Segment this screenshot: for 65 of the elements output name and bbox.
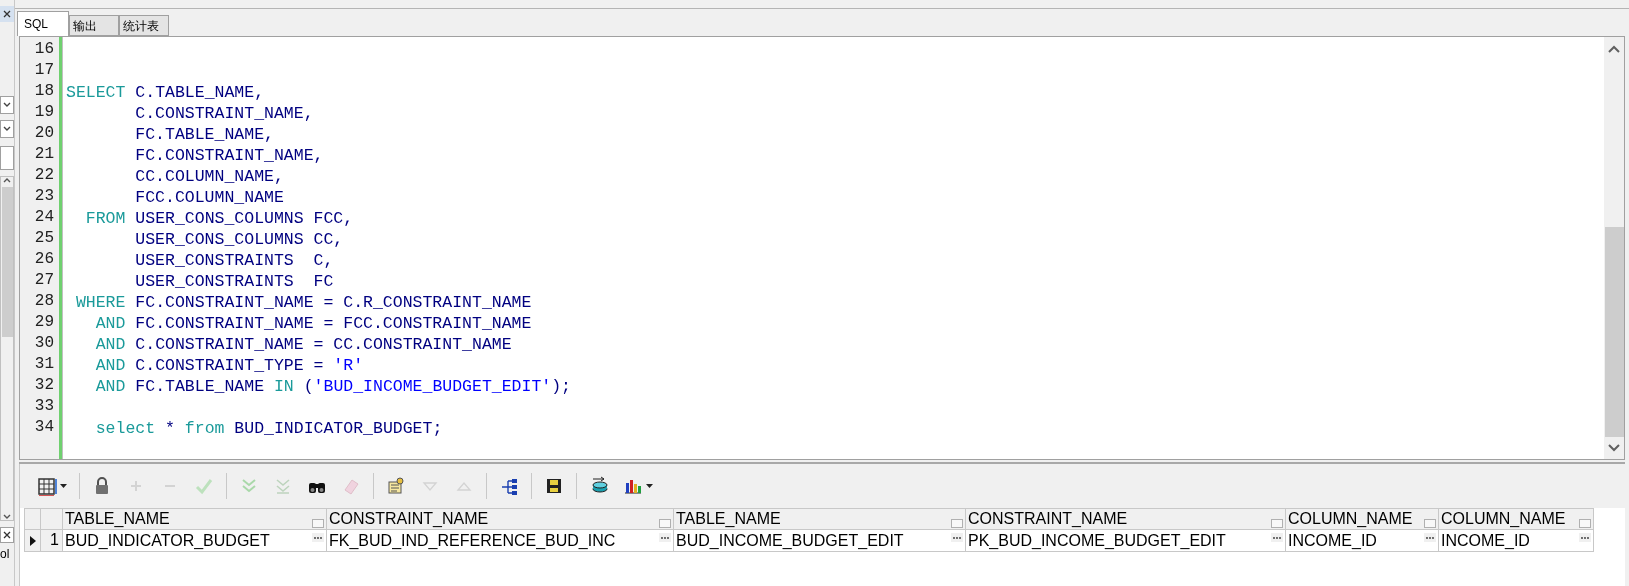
scroll-thumb[interactable] xyxy=(1,187,13,337)
line-number: 34 xyxy=(33,417,55,438)
code-line: AND C.CONSTRAINT_TYPE = 'R' xyxy=(94,356,364,375)
caret-icon xyxy=(646,484,653,488)
line-number: 20 xyxy=(33,123,55,144)
line-number: 19 xyxy=(33,102,55,123)
code-line: FCC.COLUMN_NAME xyxy=(134,188,284,207)
scrollbar[interactable] xyxy=(0,176,14,521)
code-line: select * from BUD_INDICATOR_BUDGET; xyxy=(94,419,443,438)
line-number: 33 xyxy=(33,396,55,417)
scroll-up-icon[interactable] xyxy=(1608,45,1620,53)
table-cell: FK_BUD_IND_REFERENCE_BUD_INC xyxy=(329,530,616,551)
line-number: 28 xyxy=(33,291,55,312)
panel-label: ol xyxy=(0,547,11,561)
chevron-down-icon xyxy=(3,102,11,108)
line-number: 22 xyxy=(33,165,55,186)
code-line: FC.TABLE_NAME, xyxy=(134,125,274,144)
code-line: FROM USER_CONS_COLUMNS FCC, xyxy=(84,209,354,228)
tab[interactable]: 输出 xyxy=(69,15,119,36)
line-number: 21 xyxy=(33,144,55,165)
scroll-up-icon xyxy=(3,177,11,183)
line-number: 27 xyxy=(33,270,55,291)
row-number: 1 xyxy=(41,530,63,552)
table-cell: BUD_INCOME_BUDGET_EDIT xyxy=(676,530,904,551)
close-button[interactable] xyxy=(0,6,14,22)
scroll-thumb[interactable] xyxy=(1604,227,1624,437)
caret-icon xyxy=(60,484,67,488)
line-number: 16 xyxy=(33,39,55,60)
line-number: 32 xyxy=(33,375,55,396)
line-number: 31 xyxy=(33,354,55,375)
dropdown[interactable] xyxy=(0,120,14,138)
line-number: 30 xyxy=(33,333,55,354)
scrollbar[interactable] xyxy=(1604,37,1624,459)
code-line: WHERE FC.CONSTRAINT_NAME = C.R_CONSTRAINT_NAME xyxy=(74,293,532,312)
code-line: CC.COLUMN_NAME, xyxy=(134,167,284,186)
line-number: 23 xyxy=(33,186,55,207)
table-cell: INCOME_ID xyxy=(1288,530,1377,551)
close-icon xyxy=(3,531,11,539)
line-number: 29 xyxy=(33,312,55,333)
code-line: AND FC.CONSTRAINT_NAME = FCC.CONSTRAINT_NAME xyxy=(94,314,532,333)
table-cell: PK_BUD_INCOME_BUDGET_EDIT xyxy=(968,530,1226,551)
table-cell: BUD_INDICATOR_BUDGET xyxy=(65,530,270,551)
close-icon xyxy=(3,10,11,18)
table-cell: INCOME_ID xyxy=(1441,530,1530,551)
close-button[interactable] xyxy=(0,527,14,543)
scroll-down-icon[interactable] xyxy=(1608,444,1620,452)
code-line: AND C.CONSTRAINT_NAME = CC.CONSTRAINT_NAME xyxy=(94,335,512,354)
input-field[interactable] xyxy=(0,146,14,170)
line-number: 18 xyxy=(33,81,55,102)
scroll-down-icon xyxy=(3,514,11,520)
line-number: 26 xyxy=(33,249,55,270)
code-line: USER_CONSTRAINTS FC xyxy=(134,272,334,291)
line-number: 25 xyxy=(33,228,55,249)
code-line: SELECT C.TABLE_NAME, xyxy=(66,83,265,102)
chevron-down-icon xyxy=(3,126,11,132)
tab[interactable]: SQL xyxy=(17,11,69,36)
tab[interactable]: 统计表 xyxy=(119,15,169,36)
code-line: FC.CONSTRAINT_NAME, xyxy=(134,146,324,165)
code-line: USER_CONSTRAINTS C, xyxy=(134,251,334,270)
code-line: AND FC.TABLE_NAME IN ('BUD_INCOME_BUDGET_EDIT'); xyxy=(94,377,572,396)
dropdown[interactable] xyxy=(0,96,14,114)
line-number: 17 xyxy=(33,60,55,81)
code-line: USER_CONS_COLUMNS CC, xyxy=(134,230,344,249)
code-line: C.CONSTRAINT_NAME, xyxy=(134,104,314,123)
line-number: 24 xyxy=(33,207,55,228)
